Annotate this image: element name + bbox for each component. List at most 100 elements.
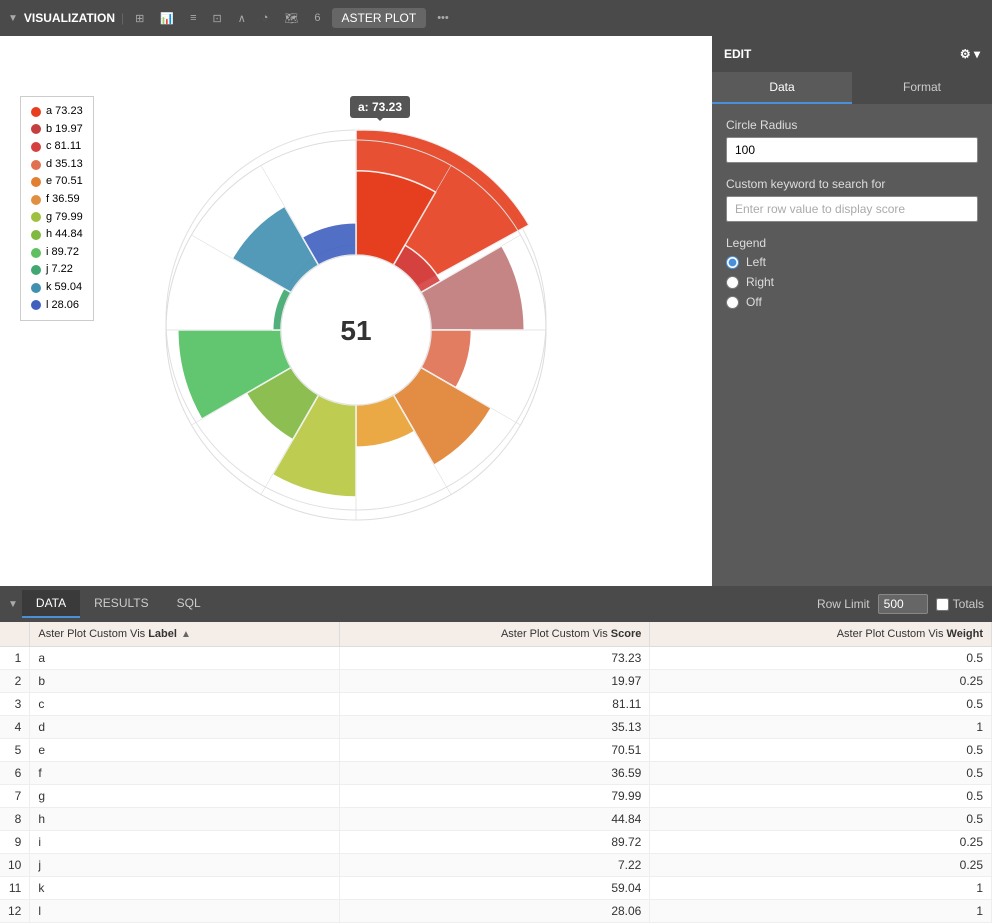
scatter-icon[interactable]: ⊡ — [207, 9, 226, 28]
legend-left-radio[interactable] — [726, 256, 739, 269]
area-chart-icon[interactable]: ∧ — [233, 9, 251, 28]
row-limit-label: Row Limit — [817, 597, 870, 611]
legend-item-a: a 73.23 — [31, 103, 83, 121]
col-label-header[interactable]: Aster Plot Custom Vis Label ▲ — [30, 622, 340, 647]
chart-legend: a 73.23 b 19.97 c 81.11 d 35.13 e 70.51 … — [20, 96, 94, 321]
col-label-header-text: Aster Plot Custom Vis Label — [38, 628, 177, 640]
cell-weight: 0.25 — [650, 854, 992, 877]
circle-radius-field: Circle Radius — [726, 118, 978, 163]
row-num: 12 — [0, 900, 30, 923]
data-tab-right: Row Limit Totals — [817, 594, 984, 614]
gear-icon[interactable]: ⚙ ▾ — [960, 47, 980, 61]
chevron-down-icon[interactable]: ▼ — [8, 13, 18, 24]
table-wrapper: Aster Plot Custom Vis Label ▲ Aster Plot… — [0, 622, 992, 923]
cell-score: 7.22 — [340, 854, 650, 877]
cell-label: k — [30, 877, 340, 900]
legend-dot-e — [31, 177, 41, 187]
cell-weight: 0.5 — [650, 762, 992, 785]
edit-header: EDIT ⚙ ▾ — [712, 36, 992, 72]
row-num: 3 — [0, 693, 30, 716]
row-num: 1 — [0, 647, 30, 670]
edit-title: EDIT — [724, 47, 751, 61]
legend-dot-l — [31, 300, 41, 310]
custom-keyword-input[interactable] — [726, 196, 978, 222]
toolbar-left: ▼ VISUALIZATION | ⊞ 📊 ≡ ⊡ ∧ ◔ 🗺 6 ASTER … — [8, 8, 984, 28]
edit-panel: EDIT ⚙ ▾ Data Format Circle Radius Custo… — [712, 36, 992, 586]
aster-plot-button[interactable]: ASTER PLOT — [332, 8, 427, 28]
cell-label: c — [30, 693, 340, 716]
legend-dot-j — [31, 265, 41, 275]
custom-keyword-label: Custom keyword to search for — [726, 177, 978, 191]
tab-format[interactable]: Format — [852, 72, 992, 104]
legend-left-option[interactable]: Left — [726, 255, 978, 269]
table-row: 7 g 79.99 0.5 — [0, 785, 992, 808]
cell-weight: 0.25 — [650, 670, 992, 693]
map-icon[interactable]: 🗺 — [279, 9, 303, 28]
legend-off-label: Off — [746, 295, 762, 309]
row-limit-input[interactable] — [878, 594, 928, 614]
legend-radio-group: Left Right Off — [726, 255, 978, 309]
aster-chart[interactable]: 51 51 — [146, 80, 566, 543]
totals-checkbox-label[interactable]: Totals — [936, 597, 984, 611]
cell-weight: 0.5 — [650, 739, 992, 762]
viz-container: a 73.23 b 19.97 c 81.11 d 35.13 e 70.51 … — [0, 36, 992, 586]
totals-checkbox[interactable] — [936, 598, 949, 611]
sep1: | — [121, 11, 124, 25]
legend-right-option[interactable]: Right — [726, 275, 978, 289]
legend-right-label: Right — [746, 275, 774, 289]
visualization-toolbar: ▼ VISUALIZATION | ⊞ 📊 ≡ ⊡ ∧ ◔ 🗺 6 ASTER … — [0, 0, 992, 36]
cell-weight: 0.5 — [650, 808, 992, 831]
table-row: 6 f 36.59 0.5 — [0, 762, 992, 785]
legend-dot-g — [31, 212, 41, 222]
data-table-body: 1 a 73.23 0.5 2 b 19.97 0.25 3 c 81.11 0… — [0, 647, 992, 923]
row-num: 11 — [0, 877, 30, 900]
more-icon[interactable]: ••• — [432, 9, 454, 27]
table-row: 11 k 59.04 1 — [0, 877, 992, 900]
cell-score: 81.11 — [340, 693, 650, 716]
pie-chart-icon[interactable]: ◔ — [257, 9, 274, 27]
sort-arrow-up: ▲ — [181, 629, 191, 640]
legend-item-d: d 35.13 — [31, 156, 83, 174]
number-icon[interactable]: 6 — [309, 9, 325, 27]
table-row: 1 a 73.23 0.5 — [0, 647, 992, 670]
bar-chart-icon[interactable]: 📊 — [155, 9, 179, 28]
svg-text:51: 51 — [340, 315, 371, 346]
aster-plot-svg[interactable]: 51 — [146, 80, 566, 540]
table-icon[interactable]: ⊞ — [130, 9, 149, 28]
cell-label: e — [30, 739, 340, 762]
legend-dot-i — [31, 248, 41, 258]
tab-data-main[interactable]: DATA — [22, 590, 80, 618]
chevron-down-icon-data[interactable]: ▼ — [8, 599, 18, 610]
col-score-header[interactable]: Aster Plot Custom Vis Score — [340, 622, 650, 647]
cell-score: 28.06 — [340, 900, 650, 923]
cell-label: b — [30, 670, 340, 693]
legend-right-radio[interactable] — [726, 276, 739, 289]
legend-dot-b — [31, 124, 41, 134]
custom-keyword-field: Custom keyword to search for — [726, 177, 978, 222]
legend-off-radio[interactable] — [726, 296, 739, 309]
cell-score: 36.59 — [340, 762, 650, 785]
tab-results[interactable]: RESULTS — [80, 590, 162, 618]
legend-label-d: d 35.13 — [46, 156, 83, 174]
legend-label-a: a 73.23 — [46, 103, 83, 121]
circle-radius-input[interactable] — [726, 137, 978, 163]
legend-item-k: k 59.04 — [31, 279, 83, 297]
legend-item-j: j 7.22 — [31, 261, 83, 279]
line-chart-icon[interactable]: ≡ — [185, 9, 201, 27]
cell-weight: 1 — [650, 716, 992, 739]
legend-label: Legend — [726, 236, 978, 250]
legend-label-e: e 70.51 — [46, 173, 83, 191]
legend-label-g: g 79.99 — [46, 209, 83, 227]
cell-label: i — [30, 831, 340, 854]
tab-data[interactable]: Data — [712, 72, 852, 104]
col-weight-header[interactable]: Aster Plot Custom Vis Weight — [650, 622, 992, 647]
tab-sql[interactable]: SQL — [163, 590, 215, 618]
legend-item-g: g 79.99 — [31, 209, 83, 227]
row-num: 6 — [0, 762, 30, 785]
table-row: 9 i 89.72 0.25 — [0, 831, 992, 854]
table-row: 2 b 19.97 0.25 — [0, 670, 992, 693]
cell-label: j — [30, 854, 340, 877]
legend-off-option[interactable]: Off — [726, 295, 978, 309]
cell-weight: 0.25 — [650, 831, 992, 854]
row-num: 9 — [0, 831, 30, 854]
